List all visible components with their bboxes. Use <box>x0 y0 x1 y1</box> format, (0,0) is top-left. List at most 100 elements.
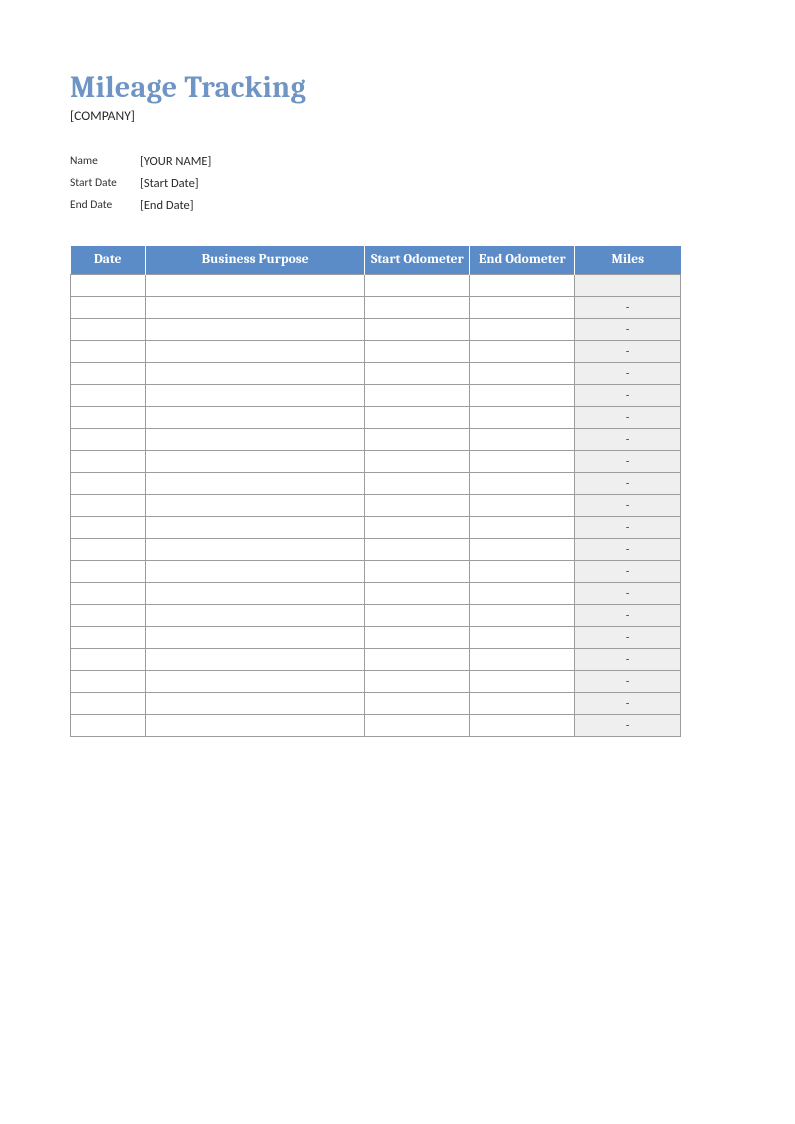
cell-start-odo[interactable] <box>365 407 470 429</box>
cell-date[interactable] <box>71 407 146 429</box>
cell-miles[interactable]: - <box>575 363 681 385</box>
cell-purpose[interactable] <box>145 561 365 583</box>
cell-date[interactable] <box>71 539 146 561</box>
cell-date[interactable] <box>71 693 146 715</box>
cell-end-odo[interactable] <box>470 627 575 649</box>
cell-purpose[interactable] <box>145 297 365 319</box>
cell-end-odo[interactable] <box>470 649 575 671</box>
cell-end-odo[interactable] <box>470 671 575 693</box>
cell-miles[interactable]: - <box>575 473 681 495</box>
cell-start-odo[interactable] <box>365 561 470 583</box>
cell-date[interactable] <box>71 649 146 671</box>
cell-purpose[interactable] <box>145 495 365 517</box>
cell-end-odo[interactable] <box>470 715 575 737</box>
cell-end-odo[interactable] <box>470 693 575 715</box>
cell-start-odo[interactable] <box>365 693 470 715</box>
cell-start-odo[interactable] <box>365 539 470 561</box>
cell-purpose[interactable] <box>145 451 365 473</box>
cell-start-odo[interactable] <box>365 495 470 517</box>
cell-purpose[interactable] <box>145 649 365 671</box>
cell-date[interactable] <box>71 297 146 319</box>
cell-purpose[interactable] <box>145 715 365 737</box>
cell-start-odo[interactable] <box>365 451 470 473</box>
cell-end-odo[interactable] <box>470 341 575 363</box>
cell-end-odo[interactable] <box>470 407 575 429</box>
cell-purpose[interactable] <box>145 407 365 429</box>
cell-miles[interactable]: - <box>575 715 681 737</box>
cell-miles[interactable]: - <box>575 407 681 429</box>
cell-purpose[interactable] <box>145 473 365 495</box>
cell-end-odo[interactable] <box>470 385 575 407</box>
cell-end-odo[interactable] <box>470 319 575 341</box>
cell-miles[interactable]: - <box>575 561 681 583</box>
cell-purpose[interactable] <box>145 319 365 341</box>
cell-date[interactable] <box>71 627 146 649</box>
cell-end-odo[interactable] <box>470 583 575 605</box>
cell-start-odo[interactable] <box>365 385 470 407</box>
cell-start-odo[interactable] <box>365 319 470 341</box>
cell-end-odo[interactable] <box>470 429 575 451</box>
cell-miles[interactable]: - <box>575 429 681 451</box>
cell-miles[interactable]: - <box>575 693 681 715</box>
cell-date[interactable] <box>71 451 146 473</box>
cell-purpose[interactable] <box>145 429 365 451</box>
cell-start-odo[interactable] <box>365 363 470 385</box>
cell-miles[interactable]: - <box>575 451 681 473</box>
cell-miles[interactable]: - <box>575 385 681 407</box>
cell-miles[interactable] <box>575 275 681 297</box>
cell-end-odo[interactable] <box>470 451 575 473</box>
cell-date[interactable] <box>71 583 146 605</box>
cell-date[interactable] <box>71 605 146 627</box>
cell-date[interactable] <box>71 385 146 407</box>
cell-start-odo[interactable] <box>365 517 470 539</box>
cell-miles[interactable]: - <box>575 297 681 319</box>
cell-purpose[interactable] <box>145 605 365 627</box>
cell-miles[interactable]: - <box>575 539 681 561</box>
cell-start-odo[interactable] <box>365 715 470 737</box>
cell-miles[interactable]: - <box>575 627 681 649</box>
cell-date[interactable] <box>71 275 146 297</box>
cell-start-odo[interactable] <box>365 649 470 671</box>
cell-start-odo[interactable] <box>365 473 470 495</box>
cell-purpose[interactable] <box>145 671 365 693</box>
cell-date[interactable] <box>71 517 146 539</box>
cell-start-odo[interactable] <box>365 671 470 693</box>
cell-date[interactable] <box>71 473 146 495</box>
cell-purpose[interactable] <box>145 275 365 297</box>
cell-end-odo[interactable] <box>470 605 575 627</box>
cell-date[interactable] <box>71 341 146 363</box>
cell-end-odo[interactable] <box>470 473 575 495</box>
cell-start-odo[interactable] <box>365 341 470 363</box>
cell-end-odo[interactable] <box>470 539 575 561</box>
cell-end-odo[interactable] <box>470 561 575 583</box>
cell-miles[interactable]: - <box>575 495 681 517</box>
cell-miles[interactable]: - <box>575 341 681 363</box>
cell-end-odo[interactable] <box>470 495 575 517</box>
cell-date[interactable] <box>71 429 146 451</box>
cell-purpose[interactable] <box>145 583 365 605</box>
cell-purpose[interactable] <box>145 627 365 649</box>
cell-miles[interactable]: - <box>575 671 681 693</box>
cell-purpose[interactable] <box>145 539 365 561</box>
cell-purpose[interactable] <box>145 385 365 407</box>
cell-date[interactable] <box>71 363 146 385</box>
cell-purpose[interactable] <box>145 517 365 539</box>
cell-miles[interactable]: - <box>575 605 681 627</box>
cell-start-odo[interactable] <box>365 583 470 605</box>
cell-purpose[interactable] <box>145 363 365 385</box>
cell-start-odo[interactable] <box>365 627 470 649</box>
cell-end-odo[interactable] <box>470 275 575 297</box>
cell-date[interactable] <box>71 495 146 517</box>
cell-date[interactable] <box>71 671 146 693</box>
cell-end-odo[interactable] <box>470 517 575 539</box>
cell-miles[interactable]: - <box>575 517 681 539</box>
cell-purpose[interactable] <box>145 341 365 363</box>
cell-start-odo[interactable] <box>365 275 470 297</box>
cell-end-odo[interactable] <box>470 363 575 385</box>
cell-date[interactable] <box>71 561 146 583</box>
cell-date[interactable] <box>71 715 146 737</box>
cell-purpose[interactable] <box>145 693 365 715</box>
cell-start-odo[interactable] <box>365 297 470 319</box>
cell-miles[interactable]: - <box>575 583 681 605</box>
cell-end-odo[interactable] <box>470 297 575 319</box>
